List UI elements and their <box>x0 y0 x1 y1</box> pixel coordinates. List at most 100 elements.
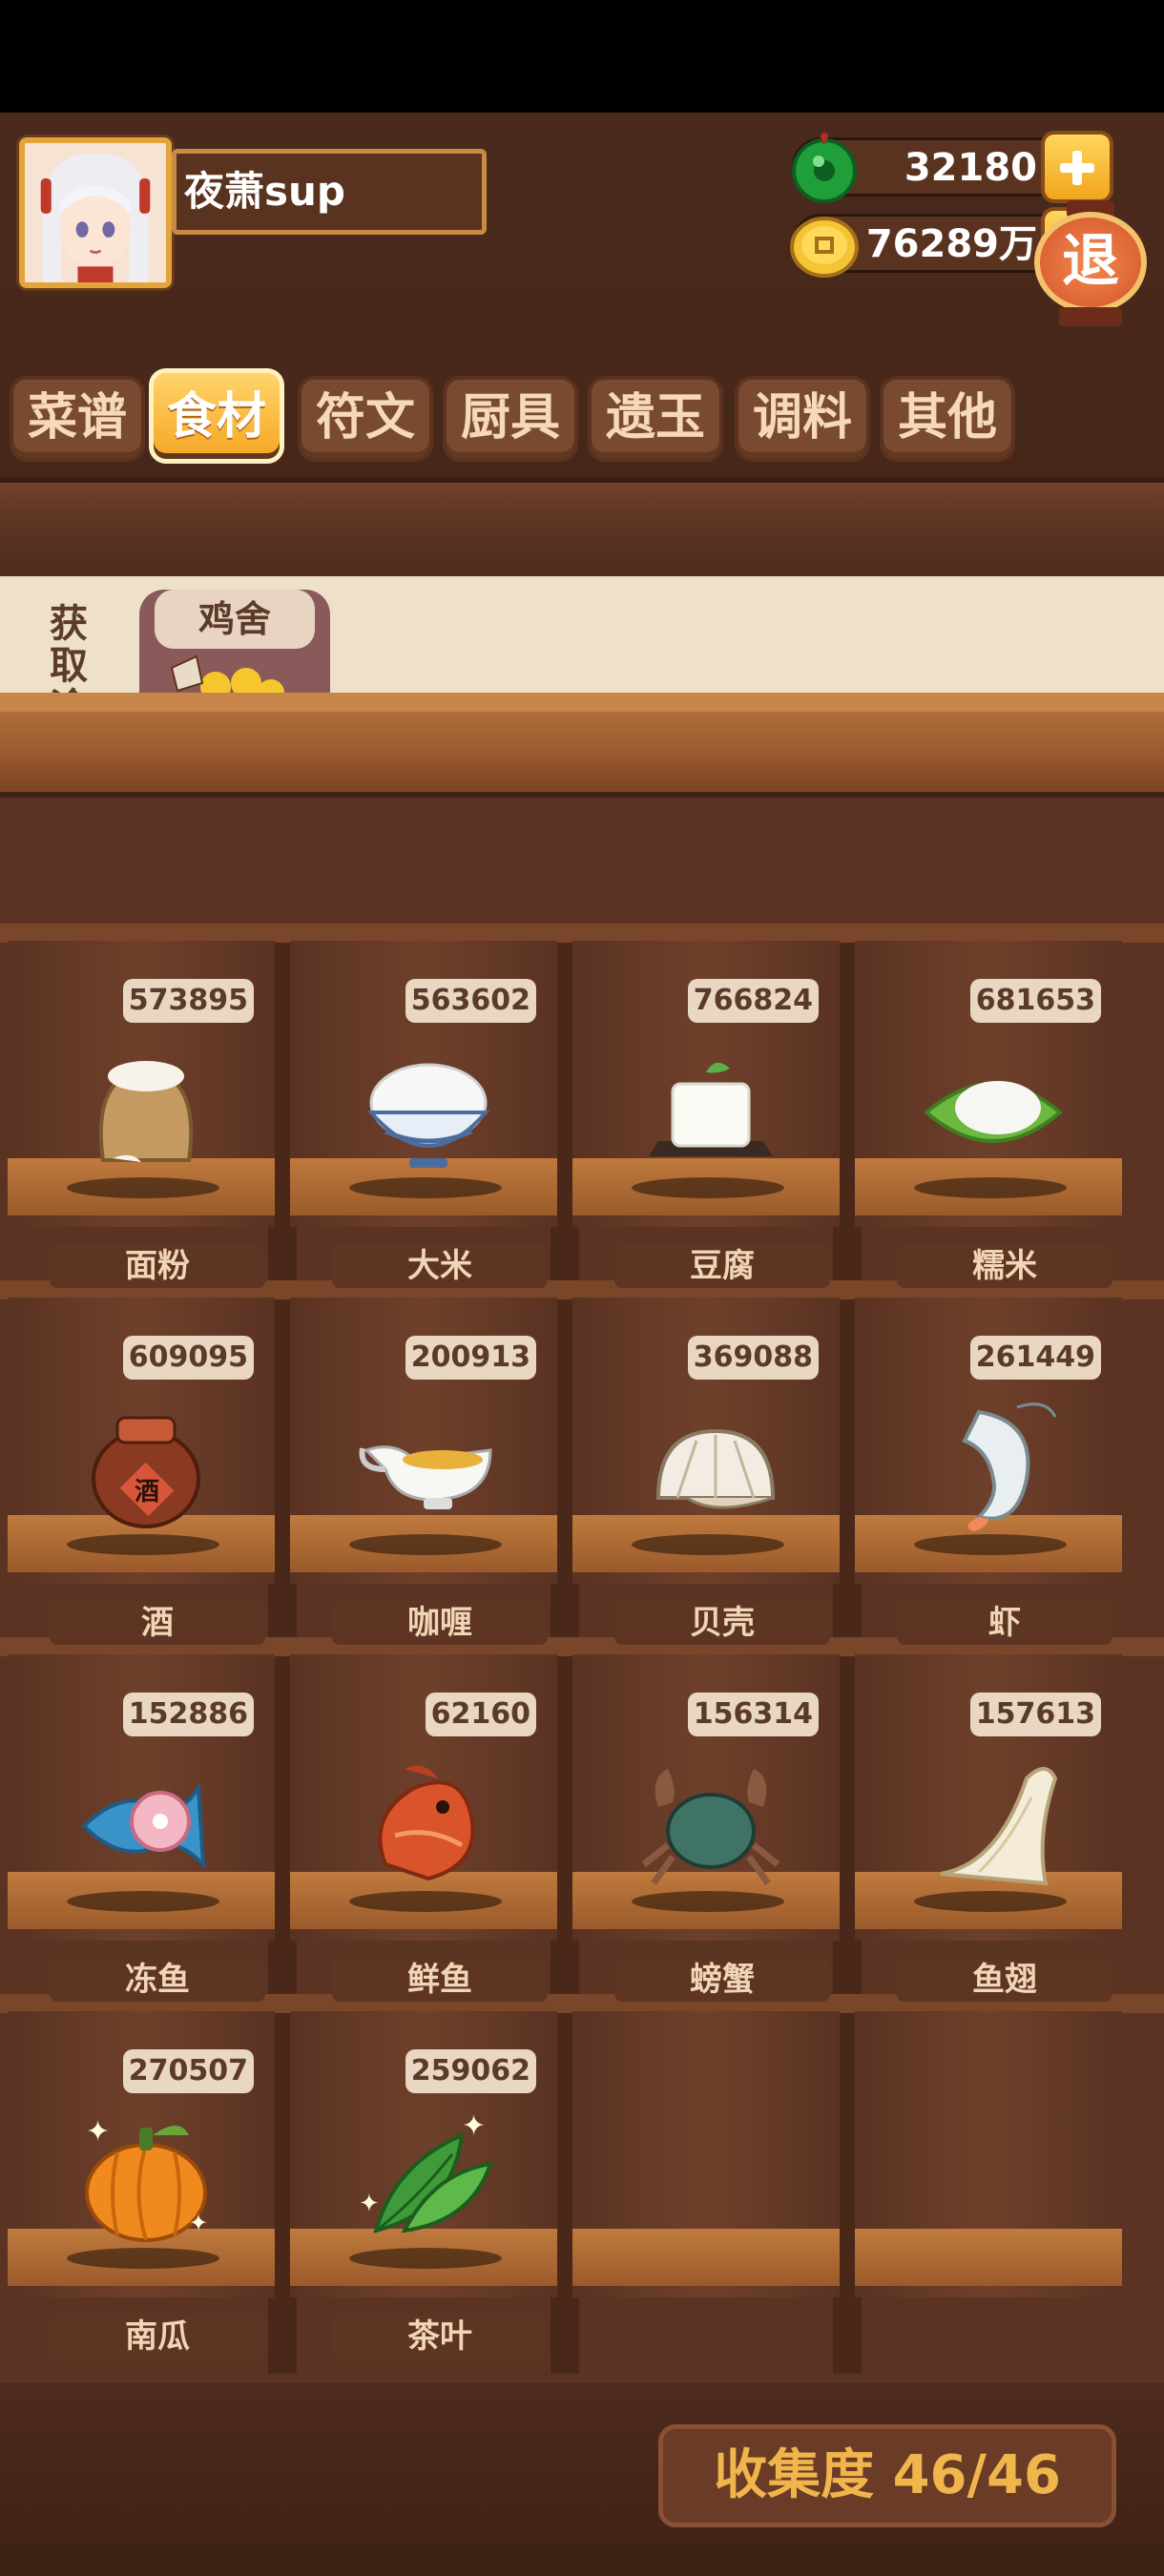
item-shadow <box>914 1177 1067 1198</box>
item-name: 冻鱼 <box>50 1958 265 2002</box>
jade-amount: 32180 <box>904 146 1037 190</box>
item-name: 鲜鱼 <box>332 1958 548 2002</box>
tab-runes[interactable]: 符文 <box>298 376 433 462</box>
player-avatar[interactable] <box>19 137 172 288</box>
item-count: 766824 <box>687 979 819 1023</box>
item-name: 鱼翅 <box>897 1958 1112 2002</box>
svg-text:酒: 酒 <box>135 1478 159 1506</box>
item-count: 156314 <box>687 1693 819 1736</box>
wine-jar-icon: 酒 <box>92 1416 200 1528</box>
shark-fin-icon <box>940 1767 1058 1886</box>
exit-label: 退 <box>1034 212 1147 313</box>
curry-gravy-boat-icon <box>359 1445 492 1509</box>
item-name: 酒 <box>50 1601 265 1645</box>
item-shadow <box>67 1534 219 1555</box>
gold-amount: 76289万 <box>865 222 1037 266</box>
item-name: 咖喱 <box>332 1601 548 1645</box>
tab-ingredients[interactable]: 食材 <box>149 368 284 464</box>
ingredient-slot[interactable]: 酒 609095 酒 <box>0 1298 282 1655</box>
player-name: 夜萧sup <box>172 149 487 235</box>
rice-bowl-icon <box>366 1063 490 1168</box>
item-name: 茶叶 <box>332 2315 548 2358</box>
svg-text:✦: ✦ <box>189 2210 208 2236</box>
ingredient-slot[interactable]: 563602 大米 <box>282 941 565 1298</box>
cabinet-row-rail <box>0 924 1164 943</box>
top-shelf-board <box>0 477 1164 576</box>
ingredient-slot[interactable]: 156314 螃蟹 <box>565 1654 847 2012</box>
ingredient-slot[interactable]: 369088 贝壳 <box>565 1298 847 1655</box>
shrimp-icon <box>962 1402 1057 1531</box>
tofu-icon <box>649 1062 773 1156</box>
tab-recipes[interactable]: 菜谱 <box>10 376 145 462</box>
item-shadow <box>67 2248 219 2269</box>
item-count: 573895 <box>122 979 254 1023</box>
item-count: 681653 <box>969 979 1101 1023</box>
add-jade-button[interactable] <box>1041 131 1113 203</box>
item-count: 609095 <box>122 1336 254 1380</box>
clam-shell-icon <box>655 1428 776 1509</box>
avatar-portrait-icon <box>25 143 166 282</box>
item-count: 152886 <box>122 1693 254 1736</box>
status-bar <box>0 0 1164 113</box>
gold-coin-icon <box>790 217 859 278</box>
empty-slot <box>565 2011 847 2369</box>
crab-icon <box>641 1769 780 1886</box>
jade-currency: 32180 <box>792 131 1113 203</box>
tea-leaves-icon: ✦✦ <box>359 2109 493 2233</box>
item-shadow <box>632 1891 784 1912</box>
item-count: 369088 <box>687 1336 819 1380</box>
item-name: 虾 <box>897 1601 1112 1645</box>
item-name: 豆腐 <box>614 1244 830 1288</box>
svg-text:✦: ✦ <box>86 2115 110 2149</box>
item-name: 大米 <box>332 1244 548 1288</box>
tab-others[interactable]: 其他 <box>880 376 1015 462</box>
svg-text:✦: ✦ <box>359 2190 380 2218</box>
item-shadow <box>632 1177 784 1198</box>
green-jade-icon <box>792 133 857 203</box>
cabinet-top-board <box>0 693 1164 798</box>
item-count: 270507 <box>122 2049 254 2093</box>
tab-relic-jade[interactable]: 遗玉 <box>588 376 723 462</box>
item-shadow <box>67 1891 219 1912</box>
ingredient-slot[interactable]: 681653 糯米 <box>847 941 1130 1298</box>
sticky-rice-leaf-icon <box>923 1081 1064 1143</box>
item-count: 157613 <box>969 1693 1101 1736</box>
item-name: 面粉 <box>50 1244 265 1288</box>
source-tag: 鸡舍 <box>155 590 315 649</box>
ingredient-slot[interactable]: 157613 鱼翅 <box>847 1654 1130 2012</box>
ingredient-slot[interactable]: ✦ ✦ 259062 茶叶 <box>282 2011 565 2369</box>
item-shadow <box>914 1891 1067 1912</box>
item-name: 糯米 <box>897 1244 1112 1288</box>
item-count: 62160 <box>425 1693 536 1736</box>
ingredient-slot[interactable]: ✦ ✦ 270507 南瓜 <box>0 2011 282 2369</box>
tab-seasonings[interactable]: 调料 <box>735 376 870 462</box>
collection-progress: 收集度 46/46 <box>658 2424 1116 2527</box>
fresh-fish-icon <box>378 1765 475 1881</box>
lantern-bottom <box>1059 307 1122 326</box>
tab-kitchenware[interactable]: 厨具 <box>443 376 578 462</box>
item-shadow <box>349 2248 502 2269</box>
ingredient-slot[interactable]: 261449 虾 <box>847 1298 1130 1655</box>
slot-shelf <box>855 2229 1122 2286</box>
slot-shelf <box>572 2229 840 2286</box>
empty-slot <box>847 2011 1130 2369</box>
item-name: 贝壳 <box>614 1601 830 1645</box>
item-shadow <box>349 1534 502 1555</box>
ingredient-slot[interactable]: 152886 冻鱼 <box>0 1654 282 2012</box>
flour-sack-icon <box>98 1061 194 1162</box>
ingredient-slot[interactable]: 200913 咖喱 <box>282 1298 565 1655</box>
ingredient-slot[interactable]: 766824 豆腐 <box>565 941 847 1298</box>
item-count: 563602 <box>405 979 536 1023</box>
item-name: 南瓜 <box>50 2315 265 2358</box>
item-shadow <box>349 1891 502 1912</box>
item-count: 200913 <box>405 1336 536 1380</box>
item-shadow <box>67 1177 219 1198</box>
exit-button[interactable]: 退 <box>1030 200 1151 326</box>
ingredient-slot[interactable]: 573895 面粉 <box>0 941 282 1298</box>
svg-text:✦: ✦ <box>462 2109 486 2143</box>
ingredient-slot[interactable]: 62160 鲜鱼 <box>282 1654 565 2012</box>
frozen-fish-icon <box>81 1781 206 1870</box>
item-count: 261449 <box>969 1336 1101 1380</box>
item-count: 259062 <box>405 2049 536 2093</box>
pumpkin-icon: ✦✦ <box>85 2115 208 2242</box>
